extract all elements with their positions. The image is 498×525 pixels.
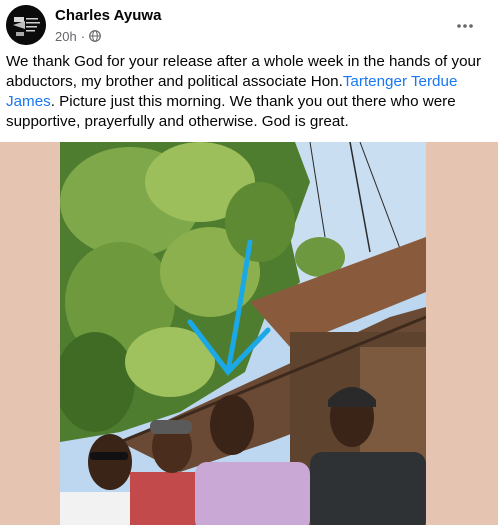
meta-separator: · bbox=[80, 28, 86, 44]
globe-icon[interactable] bbox=[89, 30, 101, 42]
post-meta: 20h · bbox=[55, 28, 101, 44]
facebook-post: Charles Ayuwa 20h · We thank God for you… bbox=[0, 0, 498, 525]
post-time[interactable]: 20h bbox=[55, 29, 77, 44]
post-header: Charles Ayuwa 20h · bbox=[6, 5, 492, 45]
post-text-end: . Picture just this morning. We thank yo… bbox=[6, 93, 456, 130]
author-name[interactable]: Charles Ayuwa bbox=[55, 7, 161, 24]
post-text: We thank God for your release after a wh… bbox=[6, 52, 490, 132]
avatar[interactable] bbox=[6, 5, 46, 45]
post-media[interactable] bbox=[0, 142, 498, 525]
more-options-icon[interactable] bbox=[454, 15, 476, 37]
post-photo[interactable] bbox=[60, 142, 426, 525]
